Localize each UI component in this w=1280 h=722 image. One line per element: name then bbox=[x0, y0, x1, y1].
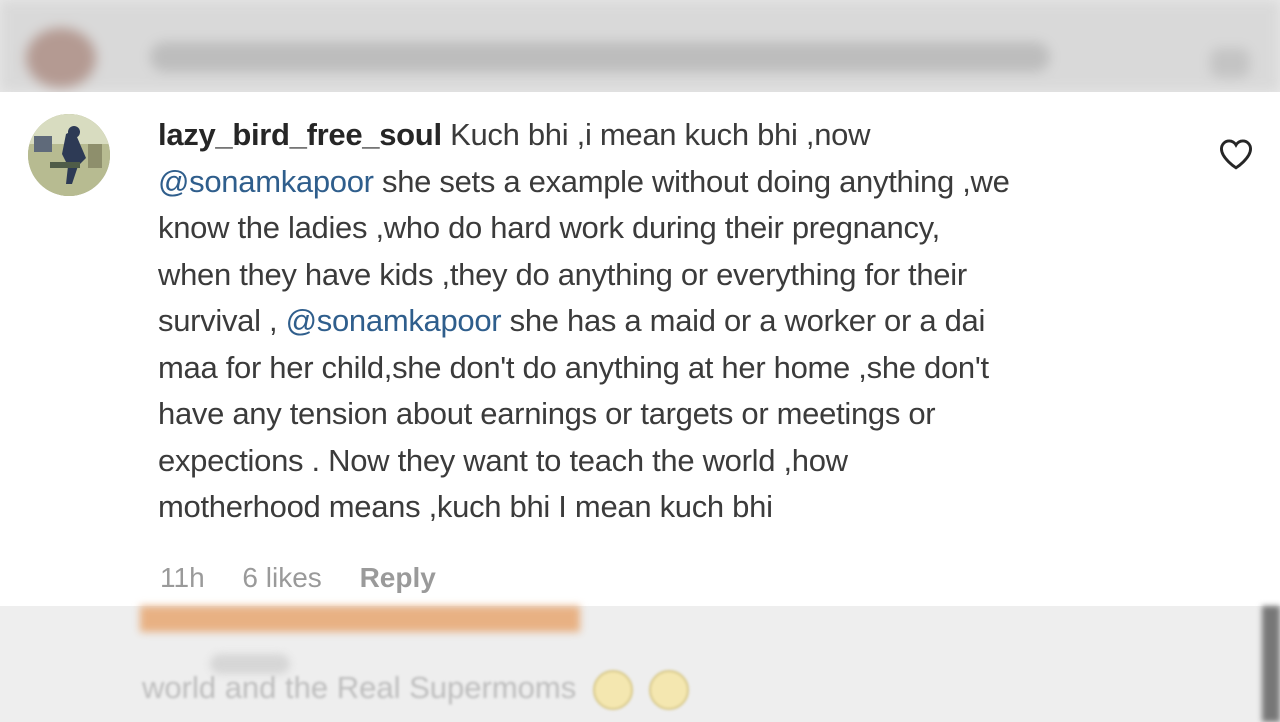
comment-line: have any tension about earnings or targe… bbox=[158, 391, 1198, 438]
next-comment-text: world and the Real Supermoms bbox=[142, 670, 577, 706]
comment-text: lazy_bird_free_soul Kuch bhi ,i mean kuc… bbox=[158, 112, 1198, 531]
comment-likes[interactable]: 6 likes bbox=[242, 562, 321, 593]
comment-text-segment: motherhood means ,kuch bhi I mean kuch b… bbox=[158, 489, 773, 524]
blurred-highlight bbox=[140, 606, 580, 632]
comment-line: motherhood means ,kuch bhi I mean kuch b… bbox=[158, 484, 1198, 531]
blurred-avatar bbox=[26, 28, 96, 88]
username-link[interactable]: lazy_bird_free_soul bbox=[158, 117, 442, 152]
comment-line: survival , @sonamkapoor she has a maid o… bbox=[158, 298, 1198, 345]
comment-text-segment: expections . Now they want to teach the … bbox=[158, 442, 848, 478]
comment-line: lazy_bird_free_soul Kuch bhi ,i mean kuc… bbox=[158, 112, 1198, 159]
comment-card: lazy_bird_free_soul Kuch bhi ,i mean kuc… bbox=[0, 92, 1280, 606]
comment-text-segment: when they have kids ,they do anything or… bbox=[158, 256, 967, 292]
heart-icon[interactable] bbox=[1218, 138, 1254, 170]
comment-text-segment: have any tension about earnings or targe… bbox=[158, 396, 936, 431]
comment-line: when they have kids ,they do anything or… bbox=[158, 252, 1198, 299]
mention-link[interactable]: @sonamkapoor bbox=[286, 303, 502, 338]
blurred-heart-icon bbox=[1210, 48, 1250, 78]
comment-meta: 11h 6 likes Reply bbox=[160, 562, 466, 594]
smile-emoji-icon bbox=[649, 670, 690, 710]
comment-text-segment: survival , bbox=[158, 303, 286, 338]
comment-line: know the ladies ,who do hard work during… bbox=[158, 205, 1198, 252]
blurred-text bbox=[150, 42, 1050, 72]
comment-text-segment: she has a maid or a worker or a dai bbox=[501, 303, 986, 338]
smile-emoji-icon bbox=[592, 670, 633, 710]
blurred-edge bbox=[1262, 606, 1280, 722]
screenshot: lazy_bird_free_soul Kuch bhi ,i mean kuc… bbox=[0, 0, 1280, 722]
blurred-next-comment-text: world and the Real Supermoms bbox=[142, 670, 690, 710]
comment-line: maa for her child,she don't do anything … bbox=[158, 345, 1198, 392]
comment-time: 11h bbox=[160, 562, 205, 593]
avatar[interactable] bbox=[28, 114, 110, 196]
comment-line: @sonamkapoor she sets a example without … bbox=[158, 159, 1198, 206]
comment-line: expections . Now they want to teach the … bbox=[158, 438, 1198, 485]
comment-text-segment: she sets a example without doing anythin… bbox=[373, 163, 1010, 199]
avatar-image bbox=[28, 114, 110, 196]
comment-text-segment: Kuch bhi ,i mean kuch bhi ,now bbox=[450, 117, 871, 152]
comment-text-segment: maa for her child,she don't do anything … bbox=[158, 349, 989, 385]
blurred-previous-comment bbox=[0, 0, 1280, 92]
mention-link[interactable]: @sonamkapoor bbox=[158, 164, 374, 199]
comment-text-segment: know the ladies ,who do hard work during… bbox=[158, 210, 940, 245]
reply-button[interactable]: Reply bbox=[360, 562, 436, 593]
